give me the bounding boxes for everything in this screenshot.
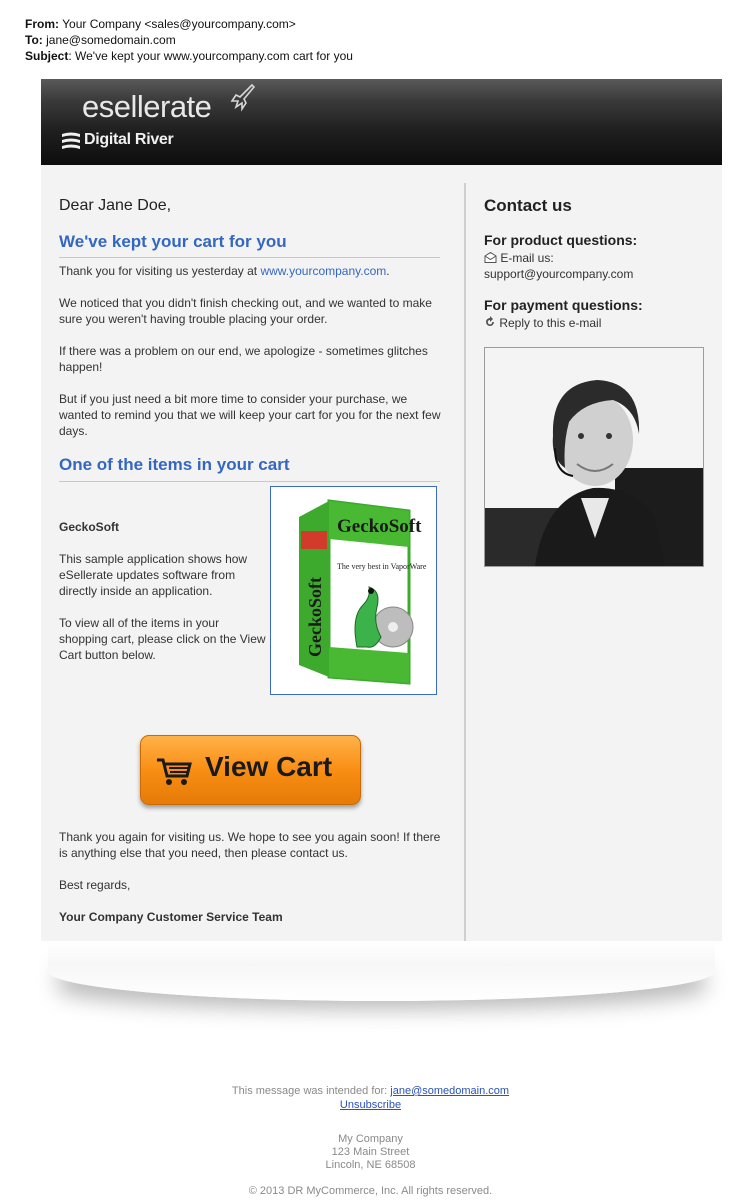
software-box-illustration: GeckoSoft The very best in VaporWare Gec…: [271, 487, 436, 694]
box-spine-title: GeckoSoft: [305, 577, 325, 657]
contact-us-heading: Contact us: [484, 196, 572, 215]
cart-items-heading: One of the items in your cart: [59, 455, 290, 474]
support-email-link[interactable]: support@yourcompany.com: [484, 267, 633, 281]
digital-river-logo: Digital River: [84, 131, 174, 148]
intro-paragraph: Thank you for visiting us yesterday at w…: [59, 264, 390, 278]
cart-kept-heading: We've kept your cart for you: [59, 232, 287, 251]
email-body: esellerate Digital River Dear Jane Doe, …: [41, 79, 722, 941]
reply-arrow-icon: [486, 316, 494, 326]
from-value: Your Company <sales@yourcompany.com>: [62, 17, 296, 31]
view-cart-hint: To view all of the items in your shoppin…: [59, 616, 266, 662]
regards: Best regards,: [59, 878, 131, 892]
view-cart-button[interactable]: View Cart: [140, 735, 361, 805]
shopping-cart-icon: [157, 758, 192, 785]
footer-intended: This message was intended for: jane@some…: [231, 1085, 510, 1097]
rocket-icon: [230, 83, 256, 112]
column-divider: [464, 183, 466, 941]
notice-paragraph: We noticed that you didn't finish checki…: [59, 296, 432, 326]
to-row: To: jane@somedomain.com: [25, 33, 176, 47]
email-headers: From: Your Company <sales@yourcompany.co…: [25, 16, 353, 64]
product-description: This sample application shows how eSelle…: [59, 552, 248, 598]
heading-rule: [59, 257, 440, 258]
greeting: Dear Jane Doe,: [59, 197, 172, 214]
product-image[interactable]: GeckoSoft The very best in VaporWare Gec…: [270, 486, 437, 695]
header-banner: esellerate Digital River: [41, 79, 722, 165]
recipient-email-link[interactable]: jane@somedomain.com: [390, 1085, 509, 1097]
footer-street: 123 Main Street: [331, 1146, 410, 1158]
from-row: From: Your Company <sales@yourcompany.co…: [25, 17, 296, 31]
product-questions-label: For product questions:: [484, 232, 638, 248]
footer-copyright: © 2013 DR MyCommerce, Inc. All rights re…: [248, 1185, 493, 1197]
footer-company: My Company: [338, 1133, 403, 1145]
footer-city: Lincoln, NE 68508: [325, 1159, 416, 1171]
reply-row[interactable]: Reply to this e-mail: [484, 316, 601, 330]
box-title: GeckoSoft: [337, 516, 422, 537]
signature: Your Company Customer Service Team: [59, 910, 283, 924]
customer-service-photo: [484, 347, 704, 567]
subject-row: Subject: We've kept your www.yourcompany…: [25, 49, 353, 63]
to-value: jane@somedomain.com: [46, 33, 176, 47]
heading-rule: [59, 481, 440, 482]
email-us-row: E-mail us:: [484, 251, 554, 265]
view-cart-label: View Cart: [205, 751, 333, 782]
company-website-link[interactable]: www.yourcompany.com: [260, 264, 386, 278]
envelope-icon: [484, 251, 497, 263]
apology-paragraph: If there was a problem on our end, we ap…: [59, 344, 428, 374]
subject-value: : We've kept your www.yourcompany.com ca…: [68, 49, 353, 63]
unsubscribe-link[interactable]: Unsubscribe: [340, 1099, 401, 1111]
box-tagline: The very best in VaporWare: [337, 562, 427, 571]
digital-river-logo-mark: [62, 132, 80, 149]
reminder-paragraph: But if you just need a bit more time to …: [59, 392, 441, 438]
footer-unsubscribe: Unsubscribe: [0, 1099, 741, 1112]
payment-questions-label: For payment questions:: [484, 297, 643, 313]
closing-paragraph: Thank you again for visiting us. We hope…: [59, 830, 441, 860]
product-name: GeckoSoft: [59, 520, 120, 534]
esellerate-logo: esellerate: [82, 89, 212, 124]
email-drop-shadow: [48, 941, 715, 1001]
